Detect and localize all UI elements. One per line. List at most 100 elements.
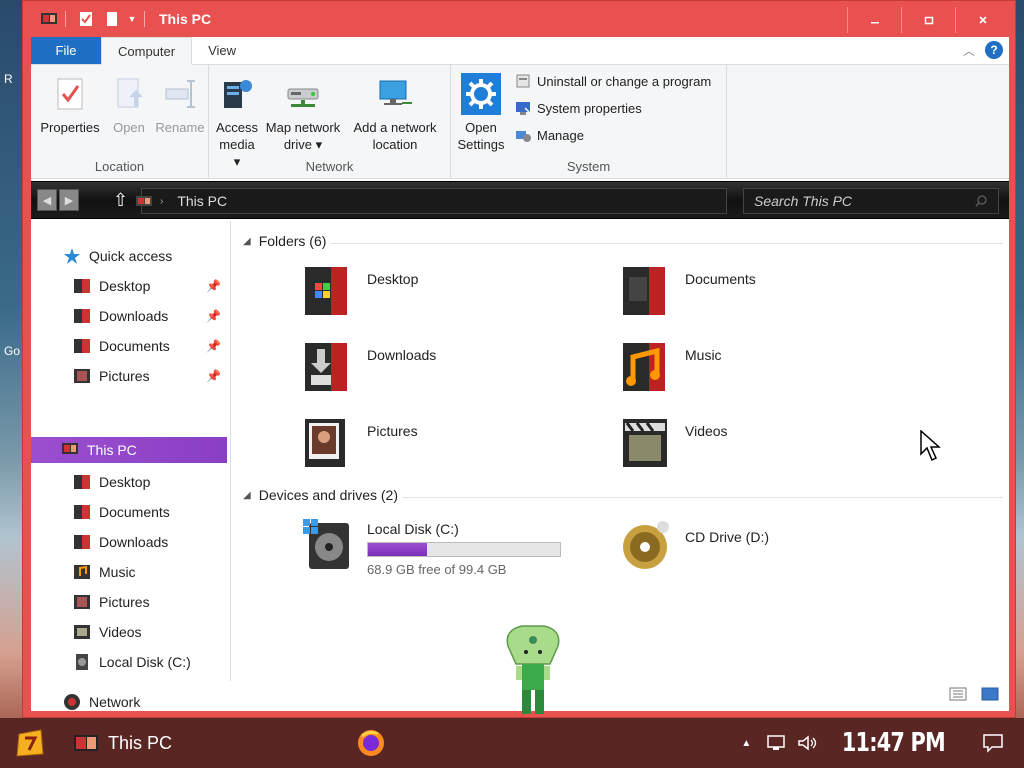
nav-quick-pictures[interactable]: Pictures 📌 <box>73 363 227 389</box>
folder-tile-music[interactable]: Music <box>619 339 722 395</box>
open-settings-button[interactable]: Open Settings <box>453 73 509 153</box>
location-group-label: Location <box>94 159 145 174</box>
taskbar-firefox[interactable] <box>356 728 386 761</box>
address-bar[interactable]: › This PC <box>136 188 727 214</box>
nav-pc-documents[interactable]: Documents <box>73 499 227 525</box>
tab-view[interactable]: View <box>192 37 252 64</box>
nav-quick-downloads[interactable]: Downloads 📌 <box>73 303 227 329</box>
show-hidden-icons-chevron-icon[interactable]: ▲ <box>741 738 751 749</box>
open-settings-label-line2: Settings <box>457 137 505 152</box>
drives-section-header[interactable]: ◢ Devices and drives (2) <box>243 487 398 503</box>
search-icon[interactable] <box>974 194 988 208</box>
nav-pc-pictures[interactable]: Pictures <box>73 589 227 615</box>
breadcrumb-chevron-icon[interactable]: › <box>160 196 163 207</box>
tab-computer[interactable]: Computer <box>101 37 193 65</box>
breadcrumb-this-pc[interactable]: This PC <box>177 193 227 209</box>
volume-icon[interactable] <box>797 734 819 752</box>
drive-tile-local-disk[interactable]: Local Disk (C:) 68.9 GB free of 99.4 GB <box>301 517 561 577</box>
forward-button[interactable]: ▶ <box>59 189 79 211</box>
folder-tile-downloads[interactable]: Downloads <box>301 339 436 395</box>
manage-button[interactable]: Manage <box>515 127 584 143</box>
nav-label: Downloads <box>99 534 169 550</box>
system-properties-button[interactable]: System properties <box>515 100 642 116</box>
nav-pc-music[interactable]: Music <box>73 559 227 585</box>
details-view-icon[interactable] <box>949 687 967 701</box>
folder-label: Pictures <box>367 423 418 439</box>
folder-tile-pictures[interactable]: Pictures <box>301 415 418 471</box>
taskbar: This PC ▲ 11:47 PM <box>0 718 1024 768</box>
media-server-icon <box>217 73 257 115</box>
nav-quick-documents[interactable]: Documents 📌 <box>73 333 227 359</box>
search-input[interactable]: Search This PC <box>743 188 999 214</box>
nav-quick-access[interactable]: Quick access <box>63 243 223 269</box>
close-button[interactable] <box>955 7 1009 33</box>
map-drive-label-line1: Map network <box>265 120 341 135</box>
start-button[interactable] <box>12 725 48 761</box>
large-icons-view-icon[interactable] <box>981 687 999 701</box>
pictures-folder-icon <box>74 369 90 383</box>
settings-gear-icon <box>461 73 501 115</box>
nav-network[interactable]: Network <box>63 689 223 715</box>
customize-quick-access-icon[interactable]: ▼ <box>126 9 138 29</box>
map-drive-label-line2: drive ▾ <box>283 137 323 152</box>
title-bar[interactable]: ▼ This PC <box>23 1 1015 37</box>
this-pc-icon[interactable] <box>39 9 59 29</box>
nav-this-pc[interactable]: This PC <box>31 437 227 463</box>
window-controls <box>847 7 1009 33</box>
nav-pc-local-disk[interactable]: Local Disk (C:) <box>73 649 227 675</box>
taskbar-app-this-pc[interactable]: This PC <box>72 726 172 760</box>
taskbar-clock[interactable]: 11:47 PM <box>842 728 946 758</box>
music-folder-icon <box>623 343 665 391</box>
nav-label: Pictures <box>99 594 150 610</box>
rename-icon <box>160 73 200 115</box>
map-network-drive-button[interactable]: Map network drive ▾ <box>261 73 345 153</box>
drive-usage-bar <box>367 542 561 557</box>
nav-label: Documents <box>99 338 170 354</box>
separator <box>65 11 66 27</box>
open-button[interactable]: Open <box>109 73 149 136</box>
properties-button[interactable]: Properties <box>37 73 103 136</box>
ribbon-tabs: File Computer View ︿ ? <box>31 37 1009 65</box>
tab-file[interactable]: File <box>31 37 101 64</box>
notifications-icon[interactable] <box>982 732 1004 754</box>
uninstall-program-button[interactable]: Uninstall or change a program <box>515 73 711 89</box>
uninstall-icon <box>516 74 530 88</box>
collapse-ribbon-icon[interactable]: ︿ <box>963 42 975 59</box>
folder-tile-videos[interactable]: Videos <box>619 415 728 471</box>
desktop-label: R <box>4 72 13 86</box>
cd-drive-icon <box>623 521 669 569</box>
nav-pc-downloads[interactable]: Downloads <box>73 529 227 555</box>
minimize-button[interactable] <box>847 7 901 33</box>
downloads-folder-icon <box>74 535 90 549</box>
drive-tile-cd-drive[interactable]: CD Drive (D:) <box>619 517 769 573</box>
nav-quick-desktop[interactable]: Desktop 📌 <box>73 273 227 299</box>
add-network-location-button[interactable]: Add a network location <box>347 73 443 153</box>
up-button[interactable]: ⇧ <box>113 190 128 211</box>
folder-tile-documents[interactable]: Documents <box>619 263 756 319</box>
network-status-icon[interactable] <box>765 734 787 752</box>
desktop-folder-icon <box>305 267 347 315</box>
nav-pc-videos[interactable]: Videos <box>73 619 227 645</box>
properties-label: Properties <box>40 120 100 135</box>
documents-folder-icon <box>74 505 90 519</box>
drive-info: Local Disk (C:) 68.9 GB free of 99.4 GB <box>367 517 561 577</box>
help-icon[interactable]: ? <box>985 41 1003 59</box>
properties-quick-icon[interactable] <box>76 9 96 29</box>
taskbar-app-label: This PC <box>108 732 173 753</box>
new-folder-quick-icon[interactable] <box>102 9 122 29</box>
nav-label: Documents <box>99 504 170 520</box>
collapse-triangle-icon: ◢ <box>243 235 251 247</box>
back-button[interactable]: ◀ <box>37 189 57 211</box>
this-pc-icon <box>74 735 98 751</box>
rename-button[interactable]: Rename <box>155 73 205 136</box>
start-logo-icon <box>16 729 44 757</box>
folder-tile-desktop[interactable]: Desktop <box>301 263 418 319</box>
access-media-label-line1: Access <box>216 120 258 135</box>
folders-section-header[interactable]: ◢ Folders (6) <box>243 233 326 249</box>
firefox-icon <box>358 730 384 756</box>
access-media-button[interactable]: Access media ▾ <box>215 73 259 170</box>
mascot-character-image <box>506 625 560 714</box>
nav-pc-desktop[interactable]: Desktop <box>73 469 227 495</box>
star-icon <box>64 248 80 264</box>
maximize-button[interactable] <box>901 7 955 33</box>
